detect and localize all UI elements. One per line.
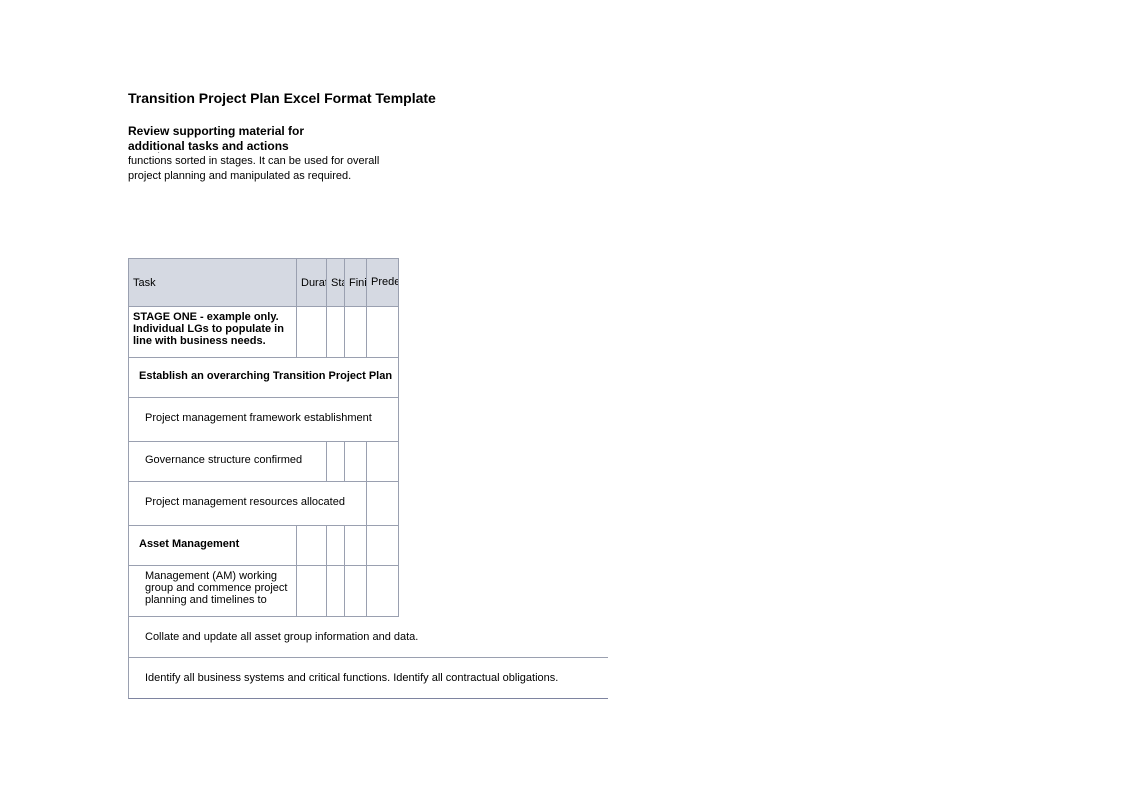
cell-empty bbox=[345, 566, 367, 617]
table-row: STAGE ONE - example only. Individual LGs… bbox=[129, 307, 399, 358]
cell-empty bbox=[345, 526, 367, 566]
document-subtitle: Review supporting material for additiona… bbox=[128, 124, 308, 154]
description-wrapper: This spreadsheet contains all actions fr… bbox=[128, 152, 388, 208]
table-row: Asset Management bbox=[129, 526, 399, 566]
cell-empty bbox=[297, 307, 327, 358]
document-title: Transition Project Plan Excel Format Tem… bbox=[128, 90, 828, 106]
row-collate: Collate and update all asset group infor… bbox=[128, 617, 608, 658]
row-identify: Identify all business systems and critic… bbox=[128, 658, 608, 699]
header-finish: Finish bbox=[345, 259, 367, 307]
table-row: Management (AM) working group and commen… bbox=[129, 566, 399, 617]
cell-empty bbox=[367, 307, 399, 358]
cell-resources: Project management resources allocated bbox=[129, 482, 367, 526]
cell-empty bbox=[297, 526, 327, 566]
cell-empty bbox=[345, 442, 367, 482]
header-predecessors: Predecessors bbox=[367, 259, 399, 307]
header-start: Start bbox=[327, 259, 345, 307]
cell-empty bbox=[367, 442, 399, 482]
table-row: Project management framework establishme… bbox=[129, 398, 399, 442]
cell-empty bbox=[327, 566, 345, 617]
overflow-rows: Collate and update all asset group infor… bbox=[128, 617, 828, 699]
table-row: Establish an overarching Transition Proj… bbox=[129, 358, 399, 398]
cell-governance: Governance structure confirmed bbox=[129, 442, 327, 482]
header-task: Task bbox=[129, 259, 297, 307]
cell-empty bbox=[297, 566, 327, 617]
cell-asset-mgmt: Asset Management bbox=[129, 526, 297, 566]
header-duration: Duration bbox=[297, 259, 327, 307]
cell-empty bbox=[367, 482, 399, 526]
document-container: Transition Project Plan Excel Format Tem… bbox=[128, 90, 828, 699]
am-group-text: Management (AM) working group and commen… bbox=[145, 570, 292, 612]
cell-framework: Project management framework establishme… bbox=[129, 398, 399, 442]
cell-empty bbox=[367, 566, 399, 617]
plan-table: Task Duration Start Finish Predecessors … bbox=[128, 258, 399, 617]
cell-establish: Establish an overarching Transition Proj… bbox=[129, 358, 399, 398]
cell-stage-one: STAGE ONE - example only. Individual LGs… bbox=[129, 307, 297, 358]
cell-am-group: Management (AM) working group and commen… bbox=[129, 566, 297, 617]
cell-empty bbox=[345, 307, 367, 358]
document-description: This spreadsheet contains all actions fr… bbox=[128, 152, 388, 183]
table-row: Project management resources allocated bbox=[129, 482, 399, 526]
cell-empty bbox=[367, 526, 399, 566]
table-row: Governance structure confirmed bbox=[129, 442, 399, 482]
stage-one-text: STAGE ONE - example only. Individual LGs… bbox=[133, 311, 292, 353]
table-header-row: Task Duration Start Finish Predecessors bbox=[129, 259, 399, 307]
cell-empty bbox=[327, 526, 345, 566]
cell-empty bbox=[327, 442, 345, 482]
cell-empty bbox=[327, 307, 345, 358]
